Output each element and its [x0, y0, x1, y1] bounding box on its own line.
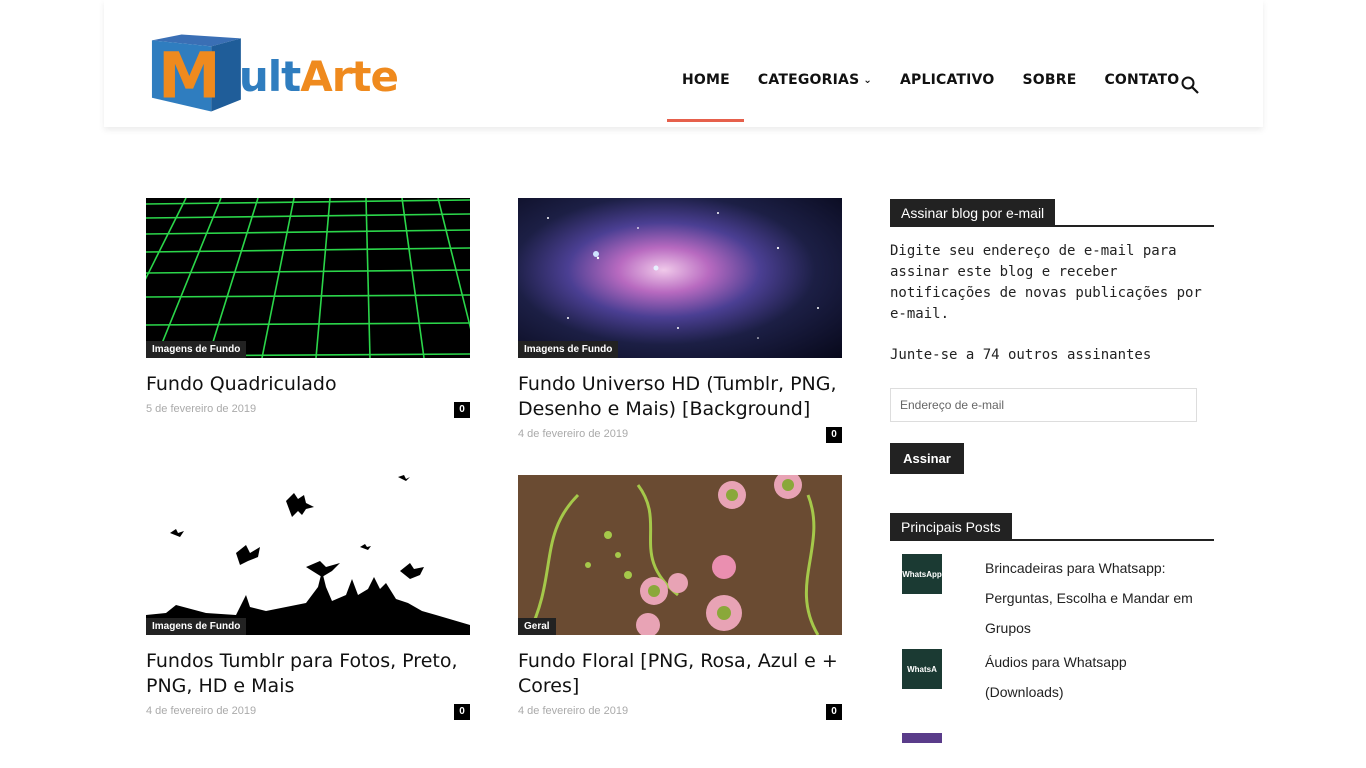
widget-heading: Assinar blog por e-mail — [890, 199, 1214, 227]
category-tag[interactable]: Imagens de Fundo — [146, 618, 247, 635]
subscribe-widget: Assinar blog por e-mail Digite seu ender… — [890, 199, 1214, 474]
main-nav: HOME CATEGORIAS ⌄ APLICATIVO SOBRE CONTAT… — [667, 72, 1207, 122]
top-posts-heading: Principais Posts — [890, 513, 1012, 541]
comment-count[interactable]: 0 — [454, 402, 470, 418]
top-post-title[interactable]: Brincadeiras para Whatsapp: Perguntas, E… — [985, 553, 1205, 643]
category-tag[interactable]: Imagens de Fundo — [518, 341, 619, 358]
nav-sobre-label: SOBRE — [1022, 72, 1077, 88]
site-header: M ultArte HOME CATEGORIAS ⌄ APLICATIVO SO… — [104, 0, 1263, 127]
category-tag[interactable]: Geral — [518, 618, 556, 635]
post-thumbnail-grid[interactable]: Imagens de Fundo — [146, 198, 470, 358]
top-post-title[interactable]: Áudios para Whatsapp (Downloads) — [985, 647, 1205, 707]
logo-text: ultArte — [238, 51, 399, 101]
post-card: Geral Fundo Floral [PNG, Rosa, Azul e + … — [518, 475, 842, 720]
post-date: 4 de fevereiro de 2019 — [518, 428, 629, 440]
post-thumbnail-universe[interactable]: Imagens de Fundo — [518, 198, 842, 358]
post-card: Imagens de Fundo Fundos Tumblr para Foto… — [146, 475, 470, 720]
nav-aplicativo-label: APLICATIVO — [899, 72, 995, 88]
post-thumbnail-floral[interactable]: Geral — [518, 475, 842, 635]
post-thumb[interactable]: WhatsA — [902, 649, 942, 689]
nav-categorias-label: CATEGORIAS — [757, 72, 860, 88]
grid-image — [146, 198, 470, 358]
site-logo[interactable]: M ultArte — [148, 30, 399, 116]
post-title[interactable]: Fundo Universo HD (Tumblr, PNG, Desenho … — [518, 372, 842, 422]
post-title[interactable]: Fundo Floral [PNG, Rosa, Azul e + Cores] — [518, 649, 842, 699]
comment-count[interactable]: 0 — [454, 704, 470, 720]
svg-text:M: M — [158, 39, 221, 113]
nav-categorias[interactable]: CATEGORIAS ⌄ — [758, 72, 872, 88]
logo-text-ult: ult — [238, 51, 301, 101]
nav-contato[interactable]: CONTATO — [1104, 72, 1179, 88]
nav-sobre[interactable]: SOBRE — [1022, 72, 1076, 88]
stars-image — [547, 212, 819, 339]
subscribe-description: Digite seu endereço de e-mail para assin… — [890, 243, 1202, 322]
nav-aplicativo[interactable]: APLICATIVO — [900, 72, 995, 88]
logo-text-arte: Arte — [300, 51, 399, 101]
email-field[interactable] — [890, 388, 1197, 422]
logo-cube-icon: M — [151, 34, 241, 113]
widget-heading: Principais Posts — [890, 513, 1214, 541]
post-thumb[interactable]: WhatsApp — [902, 554, 942, 594]
post-date: 4 de fevereiro de 2019 — [518, 705, 629, 717]
subscriber-count: Junte-se a 74 outros assinantes — [890, 347, 1152, 363]
subscribe-heading: Assinar blog por e-mail — [890, 199, 1056, 227]
top-posts-widget: Principais Posts WhatsApp Brincadeiras p… — [890, 513, 1214, 743]
bats-silhouette-image — [146, 475, 470, 635]
post-date: 5 de fevereiro de 2019 — [146, 403, 257, 415]
list-item: WhatsA Áudios para Whatsapp (Downloads) — [890, 645, 1214, 719]
nav-contato-label: CONTATO — [1104, 72, 1180, 88]
list-item: WhatsApp Brincadeiras para Whatsapp: Per… — [890, 541, 1214, 645]
comment-count[interactable]: 0 — [826, 704, 842, 720]
post-title[interactable]: Fundo Quadriculado — [146, 372, 470, 397]
post-thumb-partial[interactable] — [902, 733, 942, 743]
post-thumbnail-bats[interactable]: Imagens de Fundo — [146, 475, 470, 635]
subscribe-button[interactable]: Assinar — [890, 443, 964, 474]
nav-home-label: HOME — [682, 72, 730, 88]
post-card: Imagens de Fundo Fundo Quadriculado 5 de… — [146, 198, 470, 418]
post-date: 4 de fevereiro de 2019 — [146, 705, 257, 717]
chevron-down-icon: ⌄ — [863, 75, 872, 86]
nav-home[interactable]: HOME — [667, 72, 744, 122]
floral-image — [526, 475, 820, 635]
post-card: Imagens de Fundo Fundo Universo HD (Tumb… — [518, 198, 842, 443]
comment-count[interactable]: 0 — [826, 427, 842, 443]
category-tag[interactable]: Imagens de Fundo — [146, 341, 247, 358]
search-icon[interactable] — [1181, 76, 1199, 94]
post-title[interactable]: Fundos Tumblr para Fotos, Preto, PNG, HD… — [146, 649, 470, 699]
